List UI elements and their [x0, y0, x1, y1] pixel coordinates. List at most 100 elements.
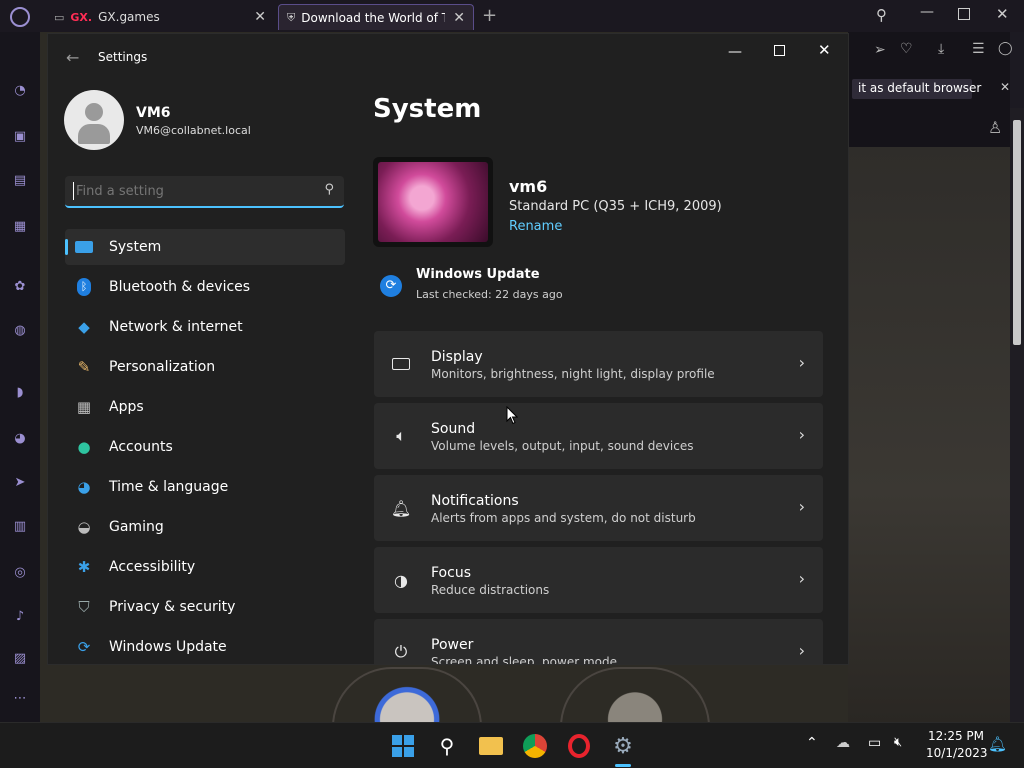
network-icon[interactable]: ▭: [868, 735, 881, 751]
card-subtitle: Screen and sleep, power mode: [431, 655, 617, 665]
messenger-icon[interactable]: ◗: [10, 382, 30, 402]
update-icon: ⟳: [77, 638, 91, 656]
instagram-icon[interactable]: ◎: [10, 562, 30, 582]
cpu-icon[interactable]: ▦: [10, 216, 30, 236]
settings-gear-icon[interactable]: ⚙: [609, 732, 637, 760]
send-icon[interactable]: ➢: [874, 42, 886, 58]
sidebar-item-network[interactable]: ◆ Network & internet: [65, 309, 345, 345]
sidebar-item-gaming[interactable]: ◒ Gaming: [65, 509, 345, 545]
search-input[interactable]: [73, 182, 313, 200]
telegram-icon[interactable]: ➤: [10, 472, 30, 492]
nav-label: Privacy & security: [109, 599, 236, 615]
bell-icon: 🔔︎: [390, 498, 412, 518]
clock-date[interactable]: 10/1/2023: [926, 746, 988, 760]
minimize-browser-icon[interactable]: —: [920, 4, 934, 20]
sidebar-item-windows-update[interactable]: ⟳ Windows Update: [65, 629, 345, 664]
selection-indicator: [65, 239, 68, 255]
update-icon[interactable]: ⟳: [380, 275, 402, 297]
nav-label: Gaming: [109, 519, 164, 535]
volume-muted-icon[interactable]: 🔇︎: [894, 735, 902, 750]
chevron-right-icon: ›: [798, 497, 805, 516]
device-thumbnail[interactable]: [373, 157, 493, 247]
card-title: Focus: [431, 565, 471, 581]
sidebar-item-accessibility[interactable]: ✱ Accessibility: [65, 549, 345, 585]
opera-gx-logo-icon[interactable]: [10, 7, 30, 27]
card-focus[interactable]: ◑ Focus Reduce distractions ›: [374, 547, 823, 613]
back-arrow-icon[interactable]: ←: [66, 48, 79, 67]
restore-browser-icon[interactable]: [958, 8, 970, 20]
chat-icon[interactable]: ◍: [10, 320, 30, 340]
card-notifications[interactable]: 🔔︎ Notifications Alerts from apps and sy…: [374, 475, 823, 541]
sidebar-item-bluetooth[interactable]: ᛒ Bluetooth & devices: [65, 269, 345, 305]
update-title[interactable]: Windows Update: [416, 267, 540, 282]
card-title: Display: [431, 349, 483, 365]
monitor-icon: [73, 236, 95, 258]
close-icon[interactable]: ✕: [818, 41, 831, 59]
sidebar-item-system[interactable]: System: [65, 229, 345, 265]
apps-icon: ▦: [76, 398, 92, 416]
card-sound[interactable]: 🔈︎ Sound Volume levels, output, input, s…: [374, 403, 823, 469]
wallpaper-preview: [378, 162, 488, 242]
onedrive-icon[interactable]: ☁: [836, 735, 850, 751]
tab-gx-games[interactable]: ▭ GX. GX.games ✕: [46, 4, 274, 30]
close-tab-icon[interactable]: ✕: [453, 10, 465, 26]
search-icon[interactable]: ⚲: [324, 182, 334, 197]
sidebar-item-accounts[interactable]: ● Accounts: [65, 429, 345, 465]
default-browser-banner[interactable]: it as default browser: [852, 79, 981, 99]
gamepad-icon: ▭: [54, 10, 65, 24]
wot-badge-icon[interactable]: [332, 667, 482, 727]
twitch-icon[interactable]: ▤: [10, 170, 30, 190]
sidebar-item-apps[interactable]: ▦ Apps: [65, 389, 345, 425]
tiktok-icon[interactable]: ♪: [10, 606, 30, 626]
chrome-icon[interactable]: [521, 732, 549, 760]
minimize-icon[interactable]: —: [728, 44, 742, 60]
whatsapp-icon[interactable]: ◕: [10, 428, 30, 448]
maximize-icon[interactable]: [774, 45, 785, 56]
openai-icon[interactable]: ✿: [10, 276, 30, 296]
notification-bell-icon[interactable]: 🔔︎: [988, 735, 1007, 753]
avatar[interactable]: [64, 90, 124, 150]
speed-dial-icon[interactable]: ◔: [10, 80, 30, 100]
windows-start-icon[interactable]: [389, 732, 417, 760]
accessibility-icon: ✱: [77, 558, 91, 576]
search-box[interactable]: ⚲: [65, 176, 344, 208]
tab-world-of-tanks[interactable]: ⛨ Download the World of Tan ✕: [278, 4, 474, 30]
sidebar-item-time-language[interactable]: ◕ Time & language: [65, 469, 345, 505]
settings-window: ← Settings — ✕ VM6 VM6@collabnet.local ⚲…: [47, 33, 849, 665]
banner-close-icon[interactable]: ✕: [1000, 80, 1010, 94]
file-explorer-icon[interactable]: [477, 732, 505, 760]
close-browser-icon[interactable]: ✕: [996, 5, 1009, 23]
rename-link[interactable]: Rename: [509, 219, 562, 234]
gallery-icon[interactable]: ▨: [10, 648, 30, 668]
active-app-indicator: [615, 764, 631, 767]
more-icon[interactable]: ⋯: [10, 688, 30, 708]
nav-label: Accounts: [109, 439, 173, 455]
bluetooth-icon: ᛒ: [73, 276, 95, 298]
new-tab-icon[interactable]: +: [482, 5, 497, 26]
page-background-art: [848, 147, 1010, 722]
profile-icon[interactable]: ◯: [998, 41, 1013, 56]
sidebar-item-personalization[interactable]: ✎ Personalization: [65, 349, 345, 385]
card-display[interactable]: Display Monitors, brightness, night ligh…: [374, 331, 823, 397]
user-email: VM6@collabnet.local: [136, 124, 251, 137]
sidebar-item-privacy[interactable]: ⛉ Privacy & security: [65, 589, 345, 625]
opera-icon[interactable]: [565, 732, 593, 760]
heart-icon[interactable]: ♡: [900, 41, 913, 57]
chevron-up-icon[interactable]: ⌃: [806, 735, 818, 751]
taskbar: ⚲ ⚙ ⌃ ☁ ▭ 🔇︎ 12:25 PM 10/1/2023 🔔︎: [0, 722, 1024, 768]
card-power[interactable]: ⏻ Power Screen and sleep, power mode ›: [374, 619, 823, 665]
card-subtitle: Reduce distractions: [431, 583, 550, 597]
wot-gates-icon[interactable]: [560, 667, 710, 727]
vk-icon[interactable]: ▥: [10, 516, 30, 536]
download-icon[interactable]: ⤓: [938, 41, 944, 57]
page-scrollbar[interactable]: [1010, 108, 1024, 722]
avatar-body: [78, 124, 110, 144]
easy-setup-icon[interactable]: ☰: [972, 41, 985, 57]
scrollbar-thumb[interactable]: [1013, 120, 1021, 345]
close-tab-icon[interactable]: ✕: [254, 9, 266, 25]
briefcase-icon[interactable]: ▣: [10, 126, 30, 146]
search-icon[interactable]: ⚲: [433, 732, 461, 760]
search-icon[interactable]: ⚲: [876, 6, 887, 24]
account-icon[interactable]: ♙: [988, 118, 1002, 137]
clock-time[interactable]: 12:25 PM: [928, 729, 984, 743]
